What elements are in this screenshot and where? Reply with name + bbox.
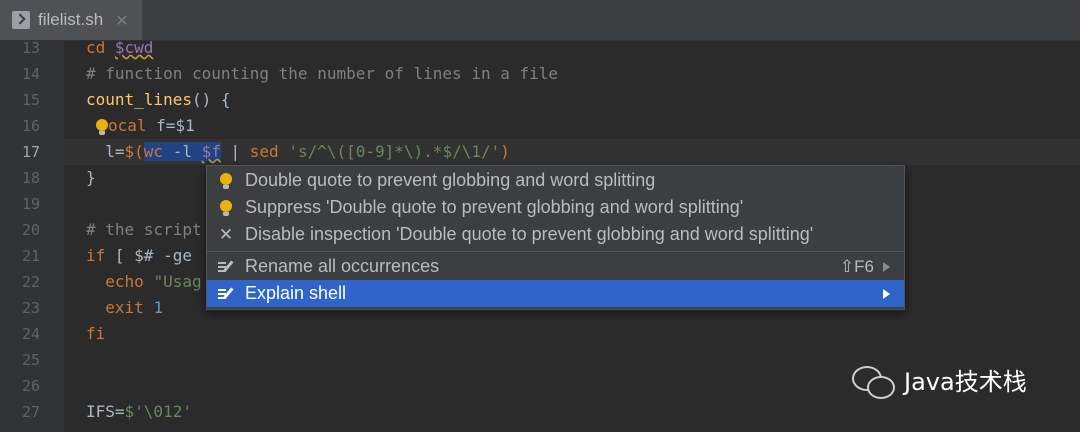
code-number: 1 xyxy=(153,298,164,317)
intention-actions-popup: Double quote to prevent globbing and wor… xyxy=(206,165,905,310)
menu-item-explain-shell[interactable]: Explain shell xyxy=(207,280,904,307)
code-token: sed xyxy=(249,142,279,161)
line-number: 27 xyxy=(21,403,40,421)
close-icon: ✕ xyxy=(218,224,234,245)
code-line[interactable]: 13 cd $cwd xyxy=(0,35,1080,61)
code-token: fi xyxy=(86,324,106,343)
code-token: $cwd xyxy=(114,38,154,57)
line-number: 16 xyxy=(21,117,40,135)
code-token: cd xyxy=(86,38,115,57)
code-token: } xyxy=(86,168,96,187)
line-number: 14 xyxy=(21,65,40,83)
function-name: count_lines xyxy=(86,90,192,109)
submenu-arrow-icon[interactable] xyxy=(883,288,890,299)
line-number: 15 xyxy=(21,91,40,109)
line-number: 18 xyxy=(21,169,40,187)
code-token: [ $# -ge xyxy=(105,246,192,265)
code-string: $'\012' xyxy=(124,402,192,421)
line-number: 21 xyxy=(21,247,40,265)
code-line[interactable]: 15 count_lines() { xyxy=(0,87,1080,113)
menu-item-label: Rename all occurrences xyxy=(245,256,440,276)
code-line-current[interactable]: 17 l=$(wc -l $f | sed 's/^\([0-9]*\).*$/… xyxy=(0,139,1080,165)
code-token: | xyxy=(220,142,250,161)
line-number: 25 xyxy=(21,351,40,369)
watermark-text: Java技术栈 xyxy=(904,368,1027,396)
code-line[interactable]: 14 # function counting the number of lin… xyxy=(0,61,1080,87)
watermark: Java技术栈 xyxy=(852,362,1027,399)
code-token: ocal xyxy=(108,116,147,135)
code-token: if xyxy=(86,246,106,265)
menu-item-suppress[interactable]: Suppress 'Double quote to prevent globbi… xyxy=(207,194,904,221)
code-line[interactable]: 27 IFS=$'\012' xyxy=(0,399,1080,425)
menu-item-label: Disable inspection 'Double quote to prev… xyxy=(245,224,814,244)
code-comment: # the script xyxy=(86,220,202,239)
menu-separator xyxy=(207,251,904,252)
line-number: 13 xyxy=(21,39,40,57)
menu-item-label: Explain shell xyxy=(245,283,347,303)
code-token: IFS= xyxy=(86,402,125,421)
line-number: 22 xyxy=(21,273,40,291)
menu-item-label: Suppress 'Double quote to prevent globbi… xyxy=(245,197,744,217)
edit-icon xyxy=(218,260,234,274)
menu-item-disable-inspection[interactable]: ✕ Disable inspection 'Double quote to pr… xyxy=(207,221,904,248)
code-token-selected: wc xyxy=(143,142,164,161)
code-token: l= xyxy=(86,142,125,161)
code-string: "Usag xyxy=(153,272,202,291)
menu-item-label: Double quote to prevent globbing and wor… xyxy=(245,170,656,190)
code-string: 's/^\([0-9]*\).*$/\1/' xyxy=(288,142,501,161)
wechat-icon xyxy=(852,364,895,399)
code-token: f=$1 xyxy=(146,116,195,135)
code-token-selected: -l xyxy=(163,142,202,161)
lightbulb-icon xyxy=(220,172,232,189)
shell-file-icon xyxy=(12,11,30,29)
code-token: exit xyxy=(86,298,154,317)
code-token: ) xyxy=(500,142,510,161)
line-number: 23 xyxy=(21,299,40,317)
lightbulb-icon xyxy=(220,199,232,216)
menu-item-rename[interactable]: Rename all occurrences ⇧F6 xyxy=(207,253,904,280)
submenu-arrow-icon[interactable] xyxy=(883,261,890,272)
code-line[interactable]: 24 fi xyxy=(0,321,1080,347)
menu-item-double-quote[interactable]: Double quote to prevent globbing and wor… xyxy=(207,167,904,194)
line-number: 17 xyxy=(21,143,40,161)
line-number: 19 xyxy=(21,195,40,213)
code-comment: # function counting the number of lines … xyxy=(86,64,559,83)
code-token-selected: $f xyxy=(201,142,221,161)
tab-title: filelist.sh xyxy=(38,10,104,29)
line-number: 20 xyxy=(21,221,40,239)
line-number: 24 xyxy=(21,325,40,343)
tab-filelist[interactable]: filelist.sh ✕ xyxy=(0,0,142,40)
edit-icon xyxy=(218,287,234,301)
code-line[interactable]: 16 ocal f=$1 xyxy=(0,113,1080,139)
code-token: () { xyxy=(191,90,231,109)
shortcut-label: ⇧F6 xyxy=(839,256,874,276)
line-number: 26 xyxy=(21,377,40,395)
code-token: echo xyxy=(86,272,154,291)
code-token: $( xyxy=(124,142,144,161)
lightbulb-icon[interactable] xyxy=(96,118,108,135)
close-icon[interactable]: ✕ xyxy=(115,11,128,30)
